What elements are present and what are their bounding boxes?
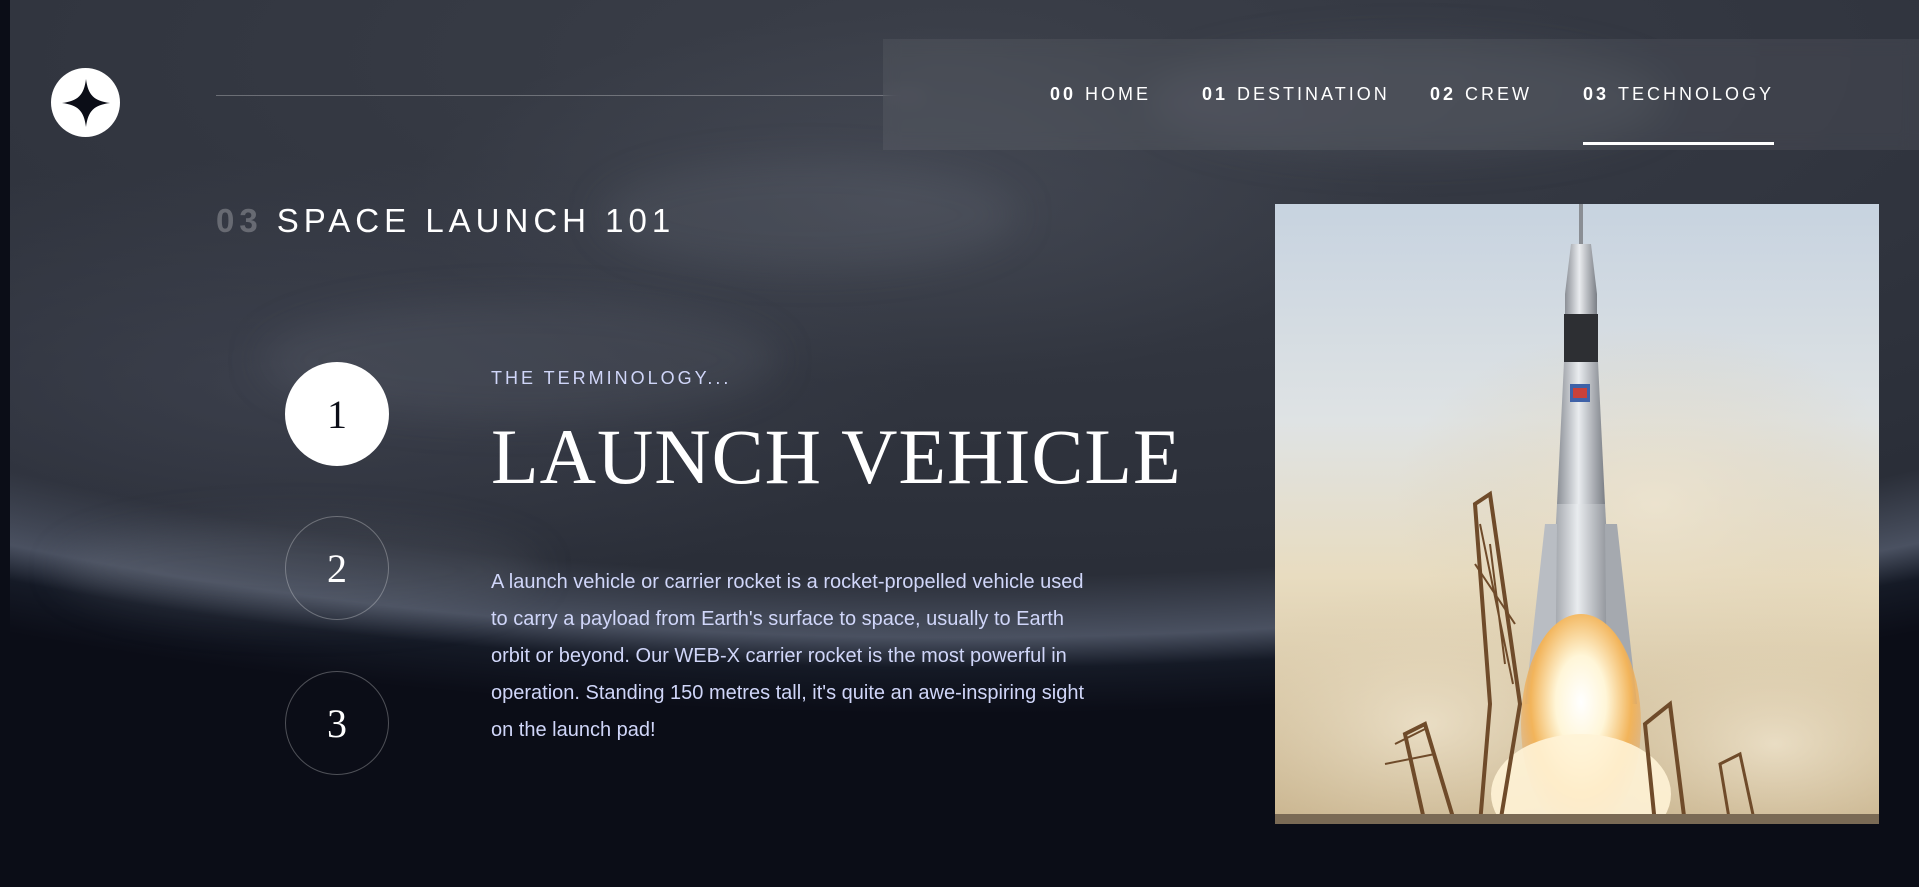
rocket-illustration	[1275, 204, 1879, 824]
nav-item-label: HOME	[1085, 84, 1152, 104]
page-title-text: SPACE LAUNCH 101	[276, 202, 676, 239]
step-button-2[interactable]: 2	[285, 516, 389, 620]
nav-item-home[interactable]: 00 HOME	[1050, 39, 1151, 150]
page-title-number: 03	[216, 202, 263, 239]
main-nav: 00 HOME 01 DESTINATION 02 CREW 03 TECHNO…	[883, 39, 1919, 150]
nav-item-number: 02	[1430, 84, 1457, 104]
step-button-3[interactable]: 3	[285, 671, 389, 775]
technology-title: LAUNCH VEHICLE	[491, 413, 1182, 500]
nav-item-number: 00	[1050, 84, 1077, 104]
nav-item-label: CREW	[1465, 84, 1533, 104]
nav-item-number: 01	[1202, 84, 1229, 104]
step-button-1[interactable]: 1	[285, 362, 389, 466]
terminology-label: THE TERMINOLOGY...	[491, 368, 732, 388]
nav-item-destination[interactable]: 01 DESTINATION	[1202, 39, 1390, 150]
nav-item-number: 03	[1583, 84, 1610, 104]
nav-item-label: TECHNOLOGY	[1618, 84, 1775, 104]
page-title: 03 SPACE LAUNCH 101	[216, 202, 675, 240]
technology-description: A launch vehicle or carrier rocket is a …	[491, 571, 1085, 741]
nav-item-label: DESTINATION	[1237, 84, 1390, 104]
rocket-launch-photo	[1275, 204, 1879, 824]
nav-item-crew[interactable]: 02 CREW	[1430, 39, 1532, 150]
nav-item-technology[interactable]: 03 TECHNOLOGY	[1583, 39, 1775, 150]
background-edge	[0, 0, 10, 680]
star-logo-icon	[61, 78, 110, 127]
header-divider	[216, 95, 923, 96]
logo[interactable]	[51, 68, 120, 137]
